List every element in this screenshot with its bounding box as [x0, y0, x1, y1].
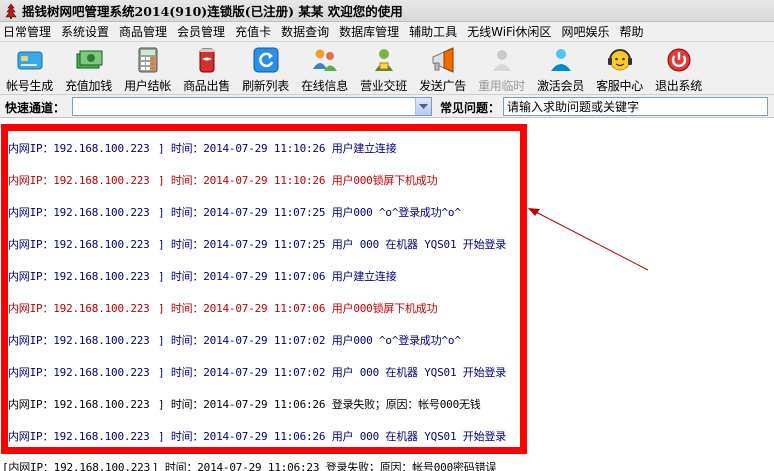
log-message: 用户建立连接: [331, 270, 397, 283]
log-time: ] 时间：2014-07-29 11:10:26: [158, 142, 326, 155]
quick-channel-select[interactable]: [72, 97, 432, 116]
log-message: 用户000锁屏下机成功: [331, 174, 438, 187]
menu-members[interactable]: 会员管理: [172, 22, 230, 42]
menu-goods[interactable]: 商品管理: [114, 22, 172, 42]
log-ip: 内网IP：192.168.100.223: [8, 430, 150, 443]
log-time: ] 时间：2014-07-29 11:10:26: [158, 174, 326, 187]
toolbar: 帐号生成 充值加钱 用户结帐 商品出售 刷新列表 在线信息 营业交班 发送广告 …: [0, 42, 774, 95]
log-list: 内网IP：192.168.100.223 ] 时间：2014-07-29 11:1…: [0, 119, 774, 471]
log-time: ] 时间：2014-07-29 11:06:26: [158, 398, 326, 411]
log-row: 内网IP：192.168.100.223 ] 时间：2014-07-29 11:0…: [8, 332, 461, 348]
log-time: ] 时间：2014-07-29 11:07:25: [158, 206, 326, 219]
shift-handover-button[interactable]: 营业交班: [354, 42, 413, 95]
activate-member-button[interactable]: 激活会员: [531, 42, 590, 95]
reuse-temp-button[interactable]: 重用临时: [472, 42, 531, 95]
log-row: 内网IP：192.168.100.223 ] 时间：2014-07-29 11:0…: [8, 396, 481, 412]
log-message: 用户 000 在机器 YQS01 开始登录: [331, 366, 506, 379]
log-ip: 内网IP：192.168.100.223: [8, 142, 150, 155]
refresh-list-button[interactable]: 刷新列表: [236, 42, 295, 95]
menu-database[interactable]: 数据库管理: [334, 22, 404, 42]
log-message: 用户 000 在机器 YQS01 开始登录: [331, 430, 506, 443]
log-row: [内网IP：192.168.100.223] 时间：2014-07-29 11:…: [2, 459, 496, 471]
menu-tools[interactable]: 辅助工具: [404, 22, 462, 42]
menu-wifi[interactable]: 无线WiFi休闲区: [462, 22, 556, 42]
online-info-button[interactable]: 在线信息: [295, 42, 354, 95]
app-logo-icon: [5, 3, 17, 19]
log-ip: 内网IP：192.168.100.223: [8, 334, 150, 347]
log-ip: 内网IP：192.168.100.223: [8, 206, 150, 219]
menu-recharge-card[interactable]: 充值卡: [230, 22, 276, 42]
log-row: 内网IP：192.168.100.223 ] 时间：2014-07-29 11:0…: [8, 204, 461, 220]
log-row: 内网IP：192.168.100.223 ] 时间：2014-07-29 11:0…: [8, 236, 506, 252]
log-ip: [内网IP：192.168.100.223: [2, 461, 151, 471]
log-row: 内网IP：192.168.100.223 ] 时间：2014-07-29 11:0…: [8, 364, 506, 380]
log-ip: 内网IP：192.168.100.223: [8, 302, 150, 315]
reuse-icon: [492, 50, 511, 71]
service-center-button[interactable]: 客服中心: [590, 42, 649, 95]
money-icon: [76, 50, 102, 69]
menu-help[interactable]: 帮助: [614, 22, 648, 42]
log-time: ] 时间：2014-07-29 11:07:02: [158, 334, 326, 347]
log-ip: 内网IP：192.168.100.223: [8, 174, 150, 187]
log-row: 内网IP：192.168.100.223 ] 时间：2014-07-29 11:0…: [8, 300, 438, 316]
card-icon: [17, 51, 42, 70]
users-icon: [312, 49, 337, 71]
log-row: 内网IP：192.168.100.223 ] 时间：2014-07-29 11:1…: [8, 140, 397, 156]
title-bar: 摇钱树网吧管理系统2014(910)连锁版(已注册) 某某 欢迎您的使用: [0, 0, 774, 22]
log-message: 用户000 ^o^登录成功^o^: [331, 206, 461, 219]
menu-settings[interactable]: 系统设置: [56, 22, 114, 42]
log-time: ] 时间：2014-07-29 11:07:02: [158, 366, 326, 379]
faq-label: 常见问题：: [440, 101, 501, 115]
member-icon: [550, 49, 571, 71]
log-row: 内网IP：192.168.100.223 ] 时间：2014-07-29 11:1…: [8, 172, 438, 188]
menu-entertainment[interactable]: 网吧娱乐: [556, 22, 614, 42]
recharge-button[interactable]: 充值加钱: [59, 42, 118, 95]
exit-system-button[interactable]: 退出系统: [649, 42, 708, 95]
log-row: 内网IP：192.168.100.223 ] 时间：2014-07-29 11:0…: [8, 268, 397, 284]
log-message: 登录失败；原因：帐号000无钱: [331, 398, 481, 411]
faq-search-input[interactable]: [503, 97, 768, 116]
log-message: 用户 000 在机器 YQS01 开始登录: [331, 238, 506, 251]
cola-icon: [199, 48, 214, 73]
log-time: ] 时间：2014-07-29 11:07:06: [158, 270, 326, 283]
user-checkout-button[interactable]: 用户结帐: [118, 42, 177, 95]
window-title: 摇钱树网吧管理系统2014(910)连锁版(已注册) 某某 欢迎您的使用: [22, 4, 403, 19]
send-ad-button[interactable]: 发送广告: [413, 42, 472, 95]
log-message: 用户000锁屏下机成功: [331, 302, 438, 315]
log-time: ] 时间：2014-07-29 11:07:06: [158, 302, 326, 315]
log-time: ] 时间：2014-07-29 11:06:23: [152, 461, 320, 471]
chevron-down-icon[interactable]: [415, 98, 431, 115]
account-generate-button[interactable]: 帐号生成: [0, 42, 59, 95]
megaphone-icon: [432, 47, 453, 73]
refresh-icon: [253, 47, 278, 73]
log-message: 用户000 ^o^登录成功^o^: [331, 334, 461, 347]
headset-icon: [607, 49, 632, 71]
handover-icon: [374, 49, 393, 71]
log-ip: 内网IP：192.168.100.223: [8, 238, 150, 251]
log-message: 用户建立连接: [331, 142, 397, 155]
log-time: ] 时间：2014-07-29 11:07:25: [158, 238, 326, 251]
sell-goods-button[interactable]: 商品出售: [177, 42, 236, 95]
log-ip: 内网IP：192.168.100.223: [8, 270, 150, 283]
menu-bar: 日常管理 系统设置 商品管理 会员管理 充值卡 数据查询 数据库管理 辅助工具 …: [0, 22, 774, 42]
menu-data-query[interactable]: 数据查询: [276, 22, 334, 42]
quick-channel-label: 快速通道：: [5, 101, 66, 115]
log-time: ] 时间：2014-07-29 11:06:26: [158, 430, 326, 443]
log-ip: 内网IP：192.168.100.223: [8, 366, 150, 379]
log-row: 内网IP：192.168.100.223 ] 时间：2014-07-29 11:0…: [8, 428, 506, 444]
power-icon: [667, 48, 690, 72]
log-ip: 内网IP：192.168.100.223: [8, 398, 150, 411]
menu-daily[interactable]: 日常管理: [0, 22, 56, 42]
quick-bar: 快速通道： 常见问题：: [0, 95, 774, 118]
calculator-icon: [138, 47, 157, 73]
log-message: 登录失败；原因：帐号000密码错误: [325, 461, 497, 471]
